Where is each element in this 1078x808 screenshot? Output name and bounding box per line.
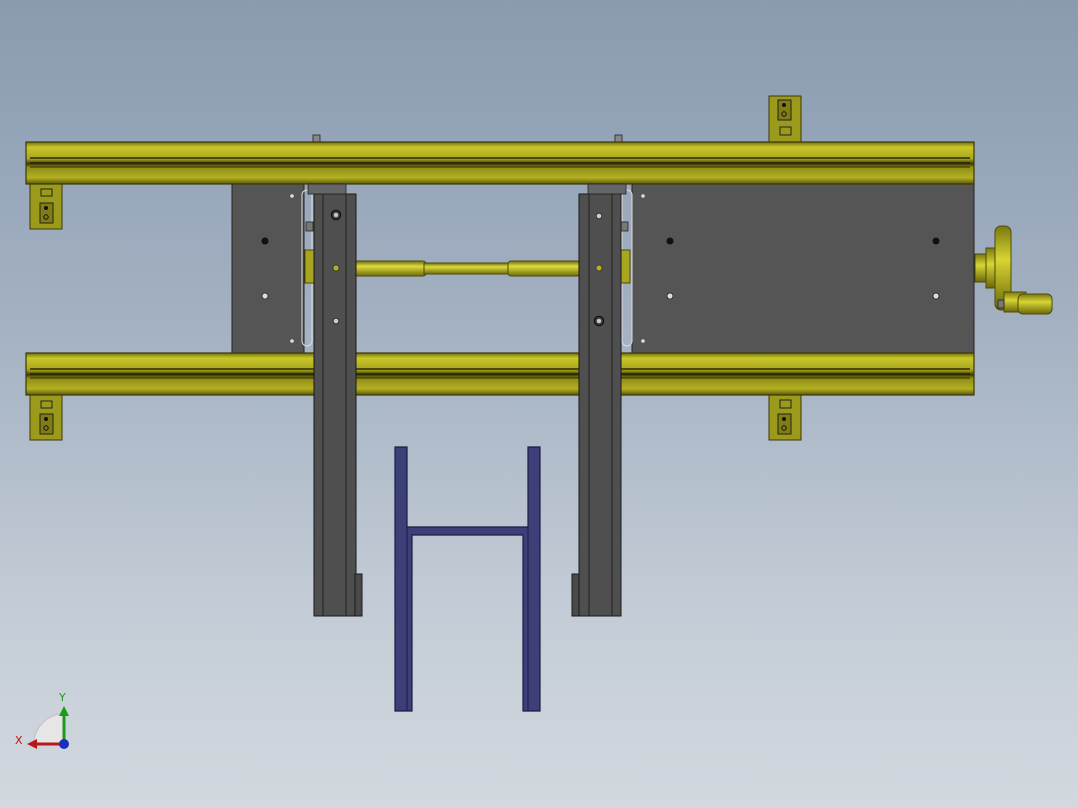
bolt-hole: [261, 292, 269, 300]
screw-hole: [641, 194, 645, 198]
bolt-hole: [932, 237, 940, 245]
y-axis-label: Y: [58, 691, 66, 704]
bracket-top-left: [29, 182, 63, 230]
orientation-triad: Y X: [15, 691, 69, 749]
x-axis-label: X: [15, 734, 23, 747]
bolt-hole: [261, 237, 269, 245]
bracket-top-right: [768, 95, 802, 143]
bracket-bottom-left: [29, 394, 63, 441]
left-jaw[interactable]: [307, 183, 363, 617]
screw-hole: [290, 339, 294, 343]
bolt-hole: [666, 237, 674, 245]
bolt-hole: [932, 292, 940, 300]
adjust-tab: [312, 134, 321, 143]
right-plate[interactable]: [631, 182, 975, 354]
top-rail[interactable]: [25, 141, 975, 185]
left-plate[interactable]: [231, 182, 305, 354]
h-frame-workpiece[interactable]: [394, 446, 541, 712]
bracket-bottom-right: [768, 394, 802, 441]
cad-viewport[interactable]: Y X: [0, 0, 1078, 808]
hand-crank[interactable]: [974, 225, 1053, 315]
right-jaw[interactable]: [571, 183, 627, 617]
z-axis-dot: [59, 739, 69, 749]
screw-hole: [290, 194, 294, 198]
adjust-tab: [614, 134, 623, 143]
bottom-rail[interactable]: [25, 352, 975, 396]
screw-hole: [641, 339, 645, 343]
bolt-hole: [666, 292, 674, 300]
